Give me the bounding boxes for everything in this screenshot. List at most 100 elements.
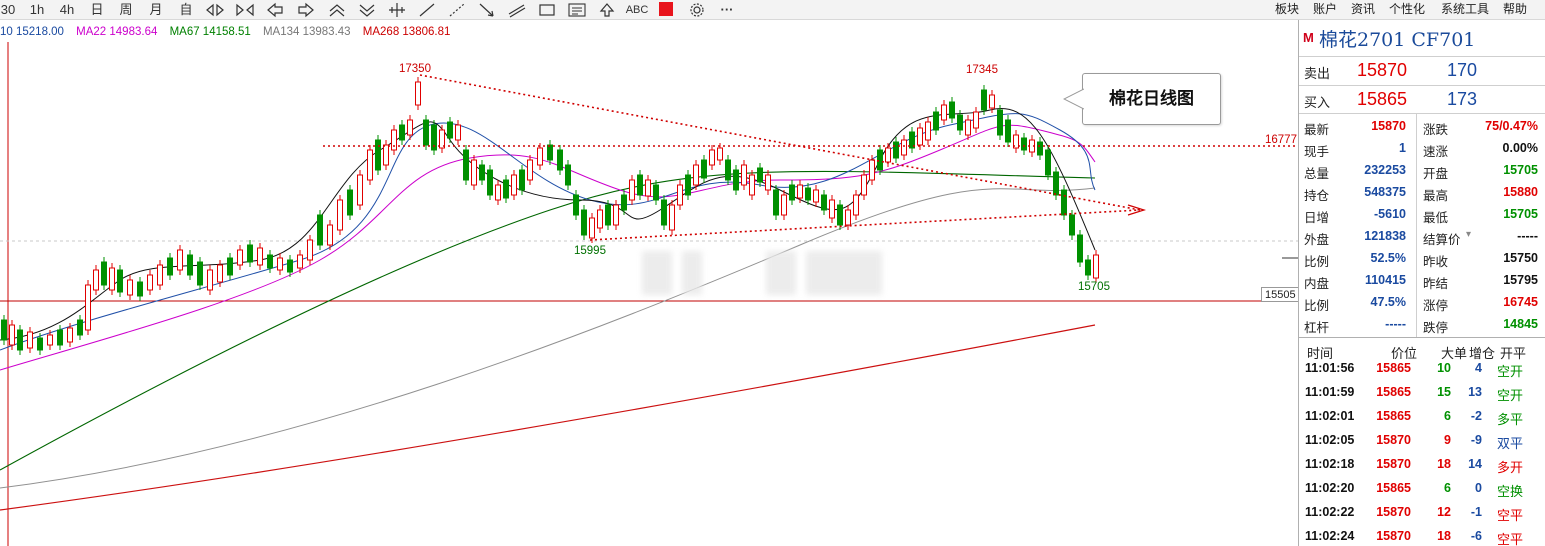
candle-body [773,189,779,216]
trade-row[interactable]: 11:01:59 15865 15 13 空开 [1299,381,1545,405]
candle-body [1077,234,1083,263]
candle-body [997,109,1003,136]
arrow-left-icon[interactable] [264,2,286,18]
crosshair-icon[interactable] [386,2,408,18]
resistance-level-label: 16777 [1265,134,1297,146]
text-box-icon[interactable] [566,2,588,18]
trade-oi: -1 [1470,505,1482,519]
blurred-area [642,251,672,295]
low-right-label: 15705 [1078,281,1110,293]
trade-row[interactable]: 11:02:01 15865 6 -2 多平 [1299,405,1545,429]
arrow-up-double-icon[interactable] [326,2,348,18]
period-custom-button[interactable]: 自 [176,1,196,19]
candle-body [37,337,43,351]
sell-row[interactable]: 卖出 15870 170 [1299,56,1545,85]
stats-row: 比例 47.5% 涨停 16745 [1299,292,1545,314]
menu-sector[interactable]: 板块 [1275,0,1299,18]
menu-help[interactable]: 帮助 [1503,0,1527,18]
candle-body [565,164,571,186]
stats-label: 速涨 [1423,145,1449,159]
trade-price: 15870 [1376,457,1411,471]
stats-label: 涨停 [1423,299,1449,313]
blurred-area [766,251,796,295]
candle-body [277,257,283,271]
period-month-button[interactable]: 月 [146,1,166,19]
candle-body [487,169,493,196]
menu-personalize[interactable]: 个性化 [1389,0,1425,18]
zoom-out-icon[interactable] [234,2,256,18]
candle-body [537,147,543,166]
candle-body [797,184,803,199]
candle-body [257,247,263,266]
ray-tool-icon[interactable] [446,2,468,18]
more-icon[interactable]: ··· [716,1,738,19]
candle-body [741,164,747,186]
stats-value: 15795 [1503,273,1538,287]
trade-type: 空开 [1497,388,1524,403]
period-week-button[interactable]: 周 [116,1,136,19]
trade-row[interactable]: 11:01:56 15865 10 4 空开 [1299,357,1545,381]
stats-value: 52.5% [1370,251,1406,265]
candle-body [287,259,293,273]
trade-oi: 4 [1475,361,1482,375]
arrow-line-icon[interactable] [476,2,498,18]
candle-body [511,174,517,196]
trade-vol: 6 [1444,481,1451,495]
candle-body [573,194,579,216]
candle-body [989,94,995,109]
candle-body [137,281,143,297]
menu-news[interactable]: 资讯 [1351,0,1375,18]
candle-body [637,174,643,196]
buy-row[interactable]: 买入 15865 173 [1299,85,1545,114]
line-tool-icon[interactable] [416,2,438,18]
candle-body [375,139,381,171]
period-1h-button[interactable]: 1h [28,1,46,19]
candle-body [701,159,707,179]
menu-system-tools[interactable]: 系统工具 [1441,0,1489,18]
trade-row[interactable]: 11:02:18 15870 18 14 多开 [1299,453,1545,477]
stats-row: 总量 232253 开盘 15705 [1299,160,1545,182]
trade-row[interactable]: 11:02:05 15870 9 -9 双平 [1299,429,1545,453]
trade-time: 11:02:20 [1305,481,1355,495]
period-30-button[interactable]: 30 [0,1,16,19]
stats-label: 现手 [1304,145,1330,159]
candle-body [765,174,771,191]
period-4h-button[interactable]: 4h [56,1,78,19]
chart-note[interactable]: 棉花日线图 [1063,73,1221,125]
candle-body [669,204,675,231]
candle-body [157,264,163,286]
chevron-down-icon[interactable]: ▾ [1466,229,1471,240]
parallel-line-icon[interactable] [506,2,528,18]
rectangle-icon[interactable] [536,2,558,18]
gear-icon[interactable] [686,2,708,18]
color-picker-icon[interactable] [659,2,673,16]
candle-body [267,254,273,269]
arrow-right-icon[interactable] [295,2,317,18]
candle-body [901,139,907,156]
trade-row[interactable]: 11:02:24 15870 18 -6 空平 [1299,525,1545,546]
trades-table[interactable]: 时间 价位 大单 增仓 开平 11:01:56 15865 10 4 空开 11:01:5… [1299,337,1545,546]
candle-body [789,184,795,201]
trade-row[interactable]: 11:02:20 15865 6 0 空换 [1299,477,1545,501]
ma22-line [0,124,1096,371]
trade-row[interactable]: 11:02:22 15870 12 -1 空平 [1299,501,1545,525]
candle-body [367,149,373,181]
stats-label: 跌停 [1423,321,1449,335]
stats-value: 14845 [1503,317,1538,331]
zoom-in-icon[interactable] [204,2,226,18]
menu-account[interactable]: 账户 [1313,0,1337,18]
arrow-down-double-icon[interactable] [356,2,378,18]
stats-label: 昨结 [1423,277,1449,291]
candle-body [447,121,453,139]
up-arrow-icon[interactable] [596,2,618,18]
trade-price: 15870 [1376,529,1411,543]
candle-body [693,164,699,186]
period-day-button[interactable]: 日 [88,1,106,19]
candle-body [645,179,651,197]
stats-value: 548375 [1364,185,1406,199]
toolbar: 30 1h 4h 日 周 月 自 ABC ··· 板块 账户 资讯 个性化 系统… [0,0,1545,20]
abc-text-button[interactable]: ABC [624,1,650,19]
trading-app: 30 1h 4h 日 周 月 自 ABC ··· 板块 账户 资讯 个性化 系统… [0,0,1545,546]
trade-type: 多开 [1497,460,1524,475]
candle-body [77,319,83,336]
